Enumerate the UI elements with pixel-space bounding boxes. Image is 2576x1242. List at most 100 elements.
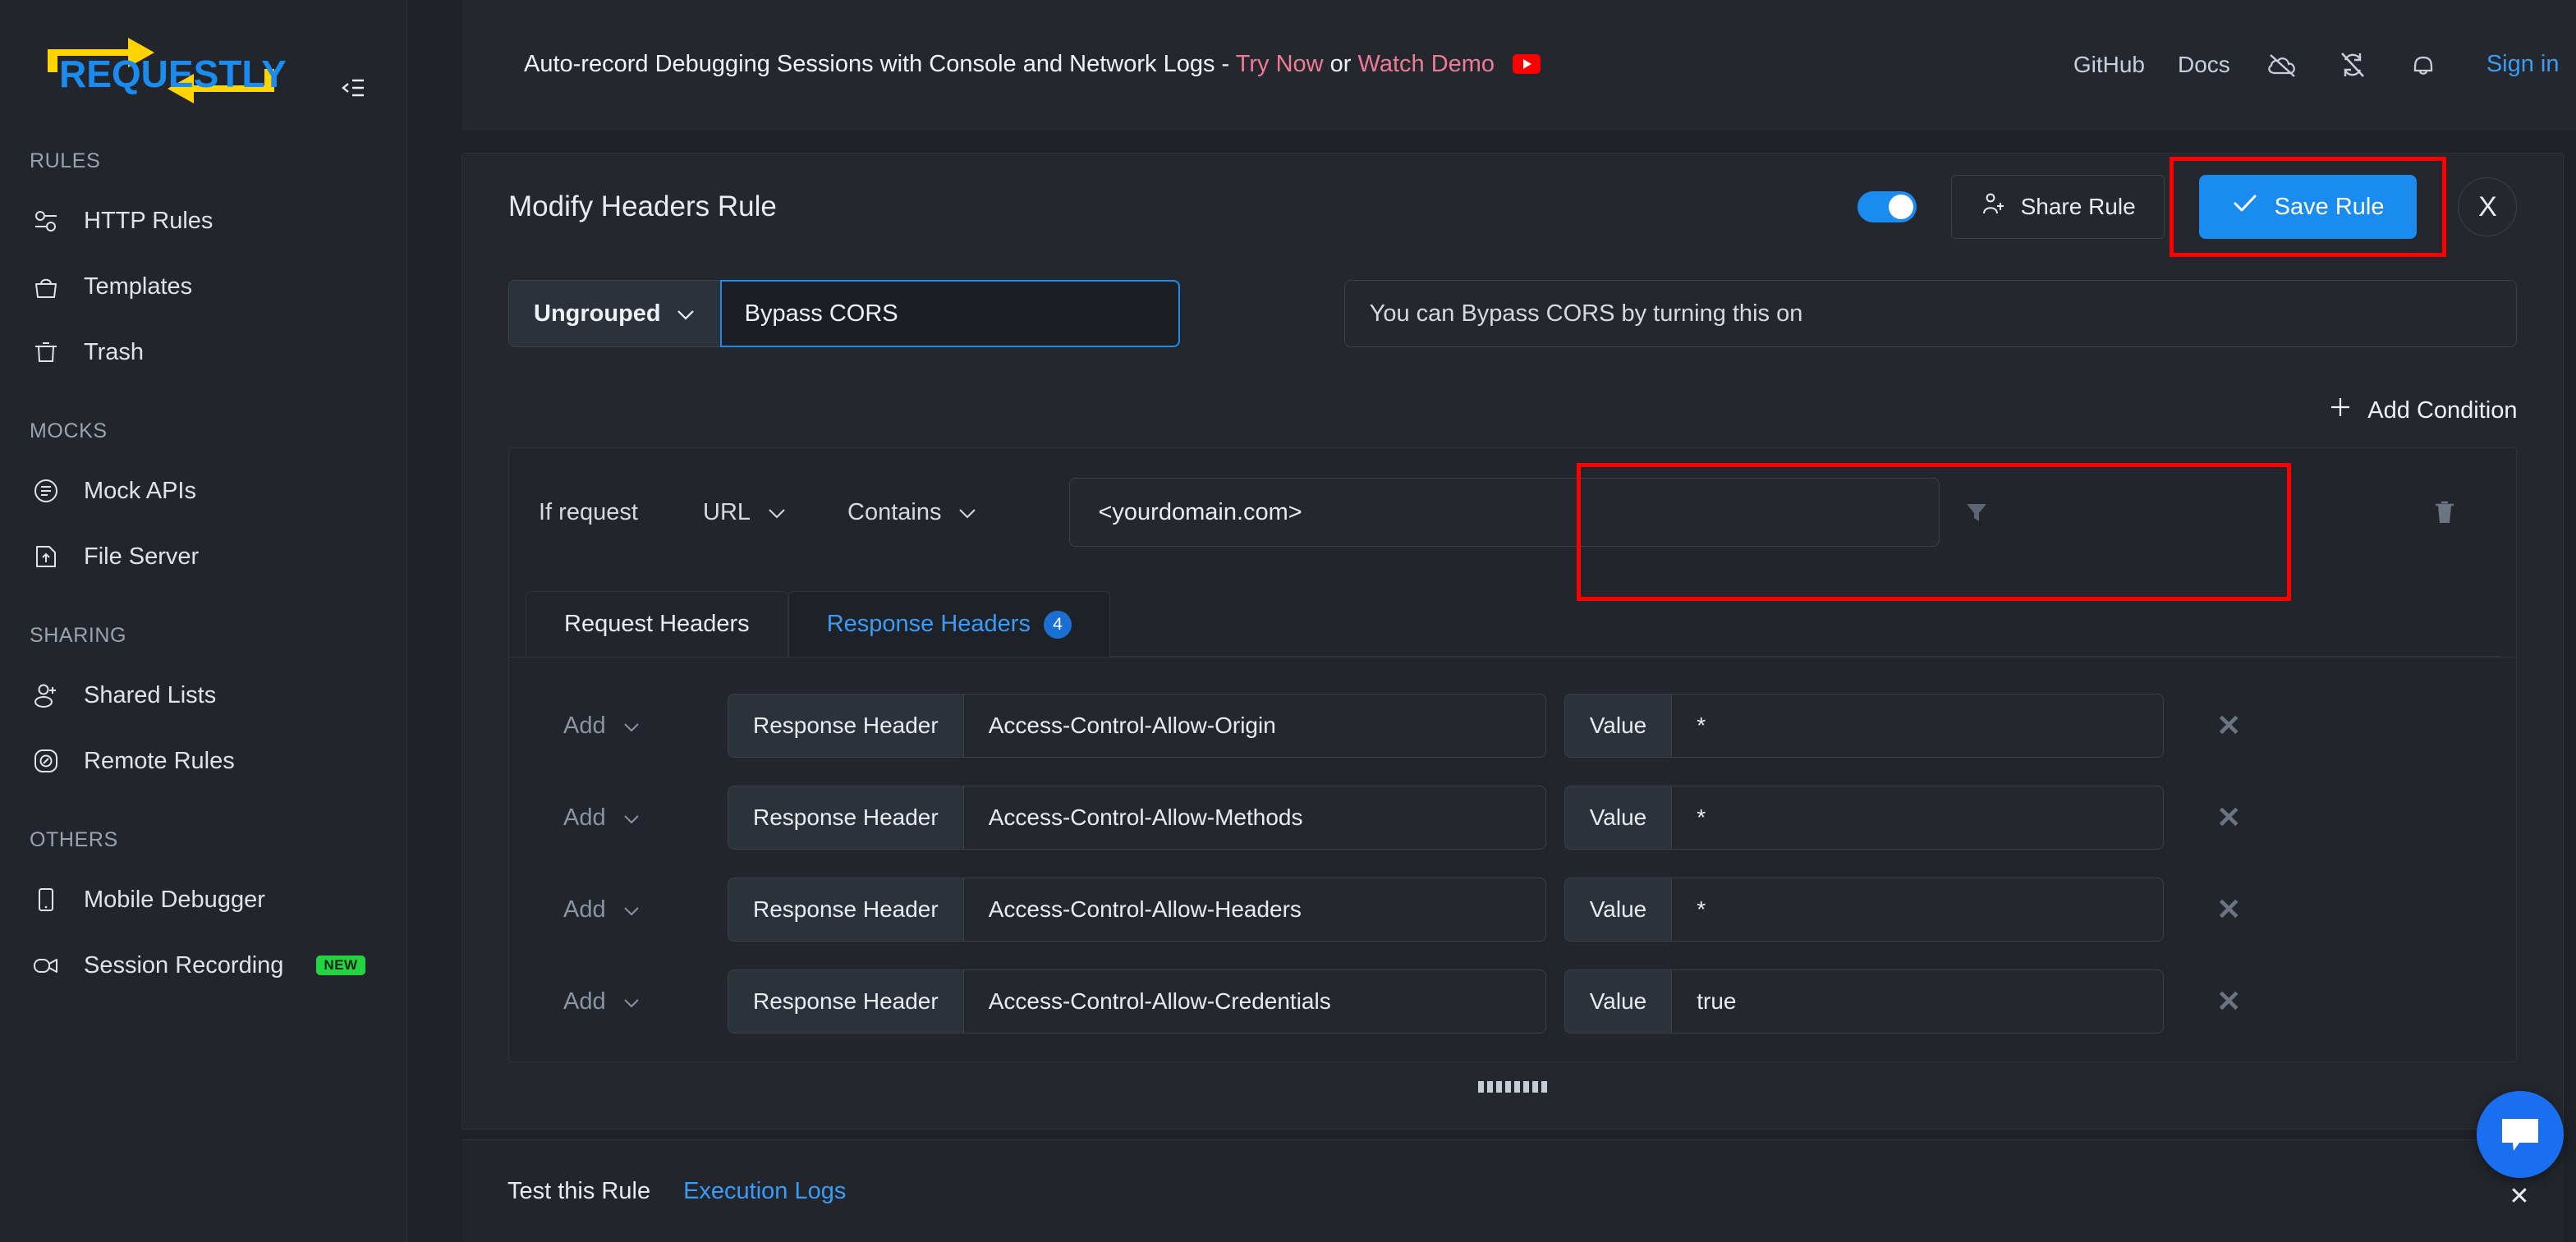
plus-icon [2328, 395, 2353, 426]
sidebar-item-remote-rules[interactable]: Remote Rules [0, 728, 406, 794]
condition-value-input[interactable] [1069, 478, 1940, 547]
rule-status-toggle[interactable] [1857, 191, 1917, 222]
header-type-label: Response Header [728, 969, 963, 1033]
docs-link[interactable]: Docs [2178, 52, 2230, 78]
header-action-select[interactable]: Add [563, 804, 728, 832]
header-action-select[interactable]: Add [563, 988, 728, 1015]
header-value-group: Value [1564, 694, 2165, 758]
condition-operator-select[interactable]: Contains [847, 499, 977, 526]
add-condition-button[interactable]: Add Condition [2328, 395, 2517, 426]
mobile-icon [30, 883, 62, 916]
header-name-group: Response Header [728, 694, 1546, 758]
header-value-input[interactable] [1671, 786, 2165, 850]
cloud-off-icon[interactable] [2263, 46, 2301, 84]
sidebar-item-label: Templates [84, 273, 193, 300]
header-name-group: Response Header [728, 969, 1546, 1033]
condition-source-select[interactable]: URL [703, 499, 787, 526]
header-value-input[interactable] [1671, 969, 2165, 1033]
sidebar-section-others: OTHERS [30, 828, 118, 851]
try-now-link[interactable]: Try Now [1236, 51, 1324, 77]
rule-name-input[interactable] [719, 280, 1180, 347]
chevron-down-icon [622, 988, 641, 1015]
condition-operator-value: Contains [847, 498, 942, 525]
trash-icon [30, 336, 62, 369]
tabs-filler [1109, 591, 2500, 657]
sidebar-item-label: HTTP Rules [84, 207, 214, 234]
filter-icon[interactable] [1940, 484, 2014, 541]
table-row: Add Response Header Value ✕ [509, 694, 2516, 758]
header-name-input[interactable] [962, 694, 1546, 758]
header-value-label: Value [1564, 786, 1672, 850]
svg-text:REQUESTLY: REQUESTLY [59, 53, 287, 95]
share-icon [1980, 191, 2006, 223]
chat-bubble-icon [2502, 1119, 2539, 1151]
header-action-select[interactable]: Add [563, 896, 728, 923]
new-badge: NEW [316, 956, 365, 975]
share-rule-button[interactable]: Share Rule [1950, 175, 2165, 239]
rule-header: Modify Headers Rule Share Rule Save Rule… [462, 154, 2563, 260]
rule-group-select[interactable]: Ungrouped [508, 280, 720, 347]
sidebar-item-shared-lists[interactable]: Shared Lists [0, 662, 406, 728]
compass-icon [30, 745, 62, 777]
github-link[interactable]: GitHub [2073, 52, 2145, 78]
remove-header-row-icon[interactable]: ✕ [2192, 800, 2266, 835]
remove-header-row-icon[interactable]: ✕ [2192, 892, 2266, 927]
table-row: Add Response Header Value ✕ [509, 786, 2516, 850]
sidebar-item-label: Mock APIs [84, 477, 196, 504]
header-name-input[interactable] [962, 969, 1546, 1033]
sidebar-item-mock-apis[interactable]: Mock APIs [0, 458, 406, 524]
condition-box: If request URL Contains <yourdomain.com>… [508, 447, 2518, 1062]
close-rule-button[interactable]: X [2458, 177, 2518, 236]
panel-resize-handle[interactable] [1478, 1081, 1548, 1093]
header-name-input[interactable] [962, 786, 1546, 850]
sidebar-section-mocks: MOCKS [30, 419, 108, 442]
sidebar-section-rules: RULES [30, 149, 101, 172]
sync-off-icon[interactable] [2334, 46, 2372, 84]
tab-execution-logs[interactable]: Execution Logs [683, 1178, 846, 1205]
chevron-down-icon [622, 713, 641, 740]
header-type-label: Response Header [728, 786, 963, 850]
sidebar-item-label: Trash [84, 338, 145, 365]
if-request-label: If request [539, 498, 638, 525]
add-condition-label: Add Condition [2367, 396, 2518, 424]
header-name-group: Response Header [728, 786, 1546, 850]
user-plus-icon [30, 679, 62, 712]
tab-response-headers[interactable]: Response Headers 4 [787, 591, 1110, 657]
sidebar-item-session-recording[interactable]: Session Recording NEW [0, 933, 406, 998]
header-name-input[interactable] [962, 878, 1546, 942]
collapse-sidebar-icon[interactable] [335, 70, 371, 106]
save-rule-button[interactable]: Save Rule [2198, 175, 2418, 239]
banner-message: Auto-record Debugging Sessions with Cons… [524, 51, 1541, 78]
video-camera-icon [30, 949, 62, 982]
sidebar-item-trash[interactable]: Trash [0, 319, 406, 385]
sidebar-item-templates[interactable]: Templates [0, 254, 406, 319]
remove-header-row-icon[interactable]: ✕ [2192, 708, 2266, 743]
close-chat-icon[interactable]: ✕ [2509, 1182, 2529, 1211]
sign-in-link[interactable]: Sign in [2486, 51, 2560, 78]
delete-condition-icon[interactable] [2408, 484, 2482, 541]
header-action-select[interactable]: Add [563, 713, 728, 740]
header-value-input[interactable] [1671, 694, 2165, 758]
rule-description-input[interactable] [1343, 280, 2518, 347]
sidebar-item-label: File Server [84, 543, 200, 570]
rule-header-actions: Share Rule Save Rule X [1857, 157, 2518, 257]
save-rule-label: Save Rule [2274, 193, 2385, 220]
header-value-input[interactable] [1671, 878, 2165, 942]
remove-header-row-icon[interactable]: ✕ [2192, 984, 2266, 1019]
app-root: REQUESTLY RULES HTTP Rules Templates Tra… [0, 0, 2576, 1242]
tab-test-this-rule[interactable]: Test this Rule [507, 1178, 650, 1205]
tab-request-headers[interactable]: Request Headers [526, 591, 788, 657]
watch-demo-link[interactable]: Watch Demo [1358, 51, 1495, 77]
sidebar-item-mobile-debugger[interactable]: Mobile Debugger [0, 867, 406, 933]
check-icon [2232, 192, 2258, 222]
youtube-icon[interactable] [1513, 54, 1541, 74]
bell-icon[interactable] [2404, 46, 2442, 84]
header-value-group: Value [1564, 969, 2165, 1033]
sidebar-item-http-rules[interactable]: HTTP Rules [0, 188, 406, 254]
rule-group-label: Ungrouped [534, 300, 661, 327]
list-circle-icon [30, 474, 62, 507]
sidebar-item-file-server[interactable]: File Server [0, 524, 406, 589]
headers-list: Add Response Header Value ✕ [509, 658, 2516, 1033]
chat-widget-button[interactable] [2477, 1091, 2565, 1178]
chevron-down-icon [957, 499, 977, 526]
